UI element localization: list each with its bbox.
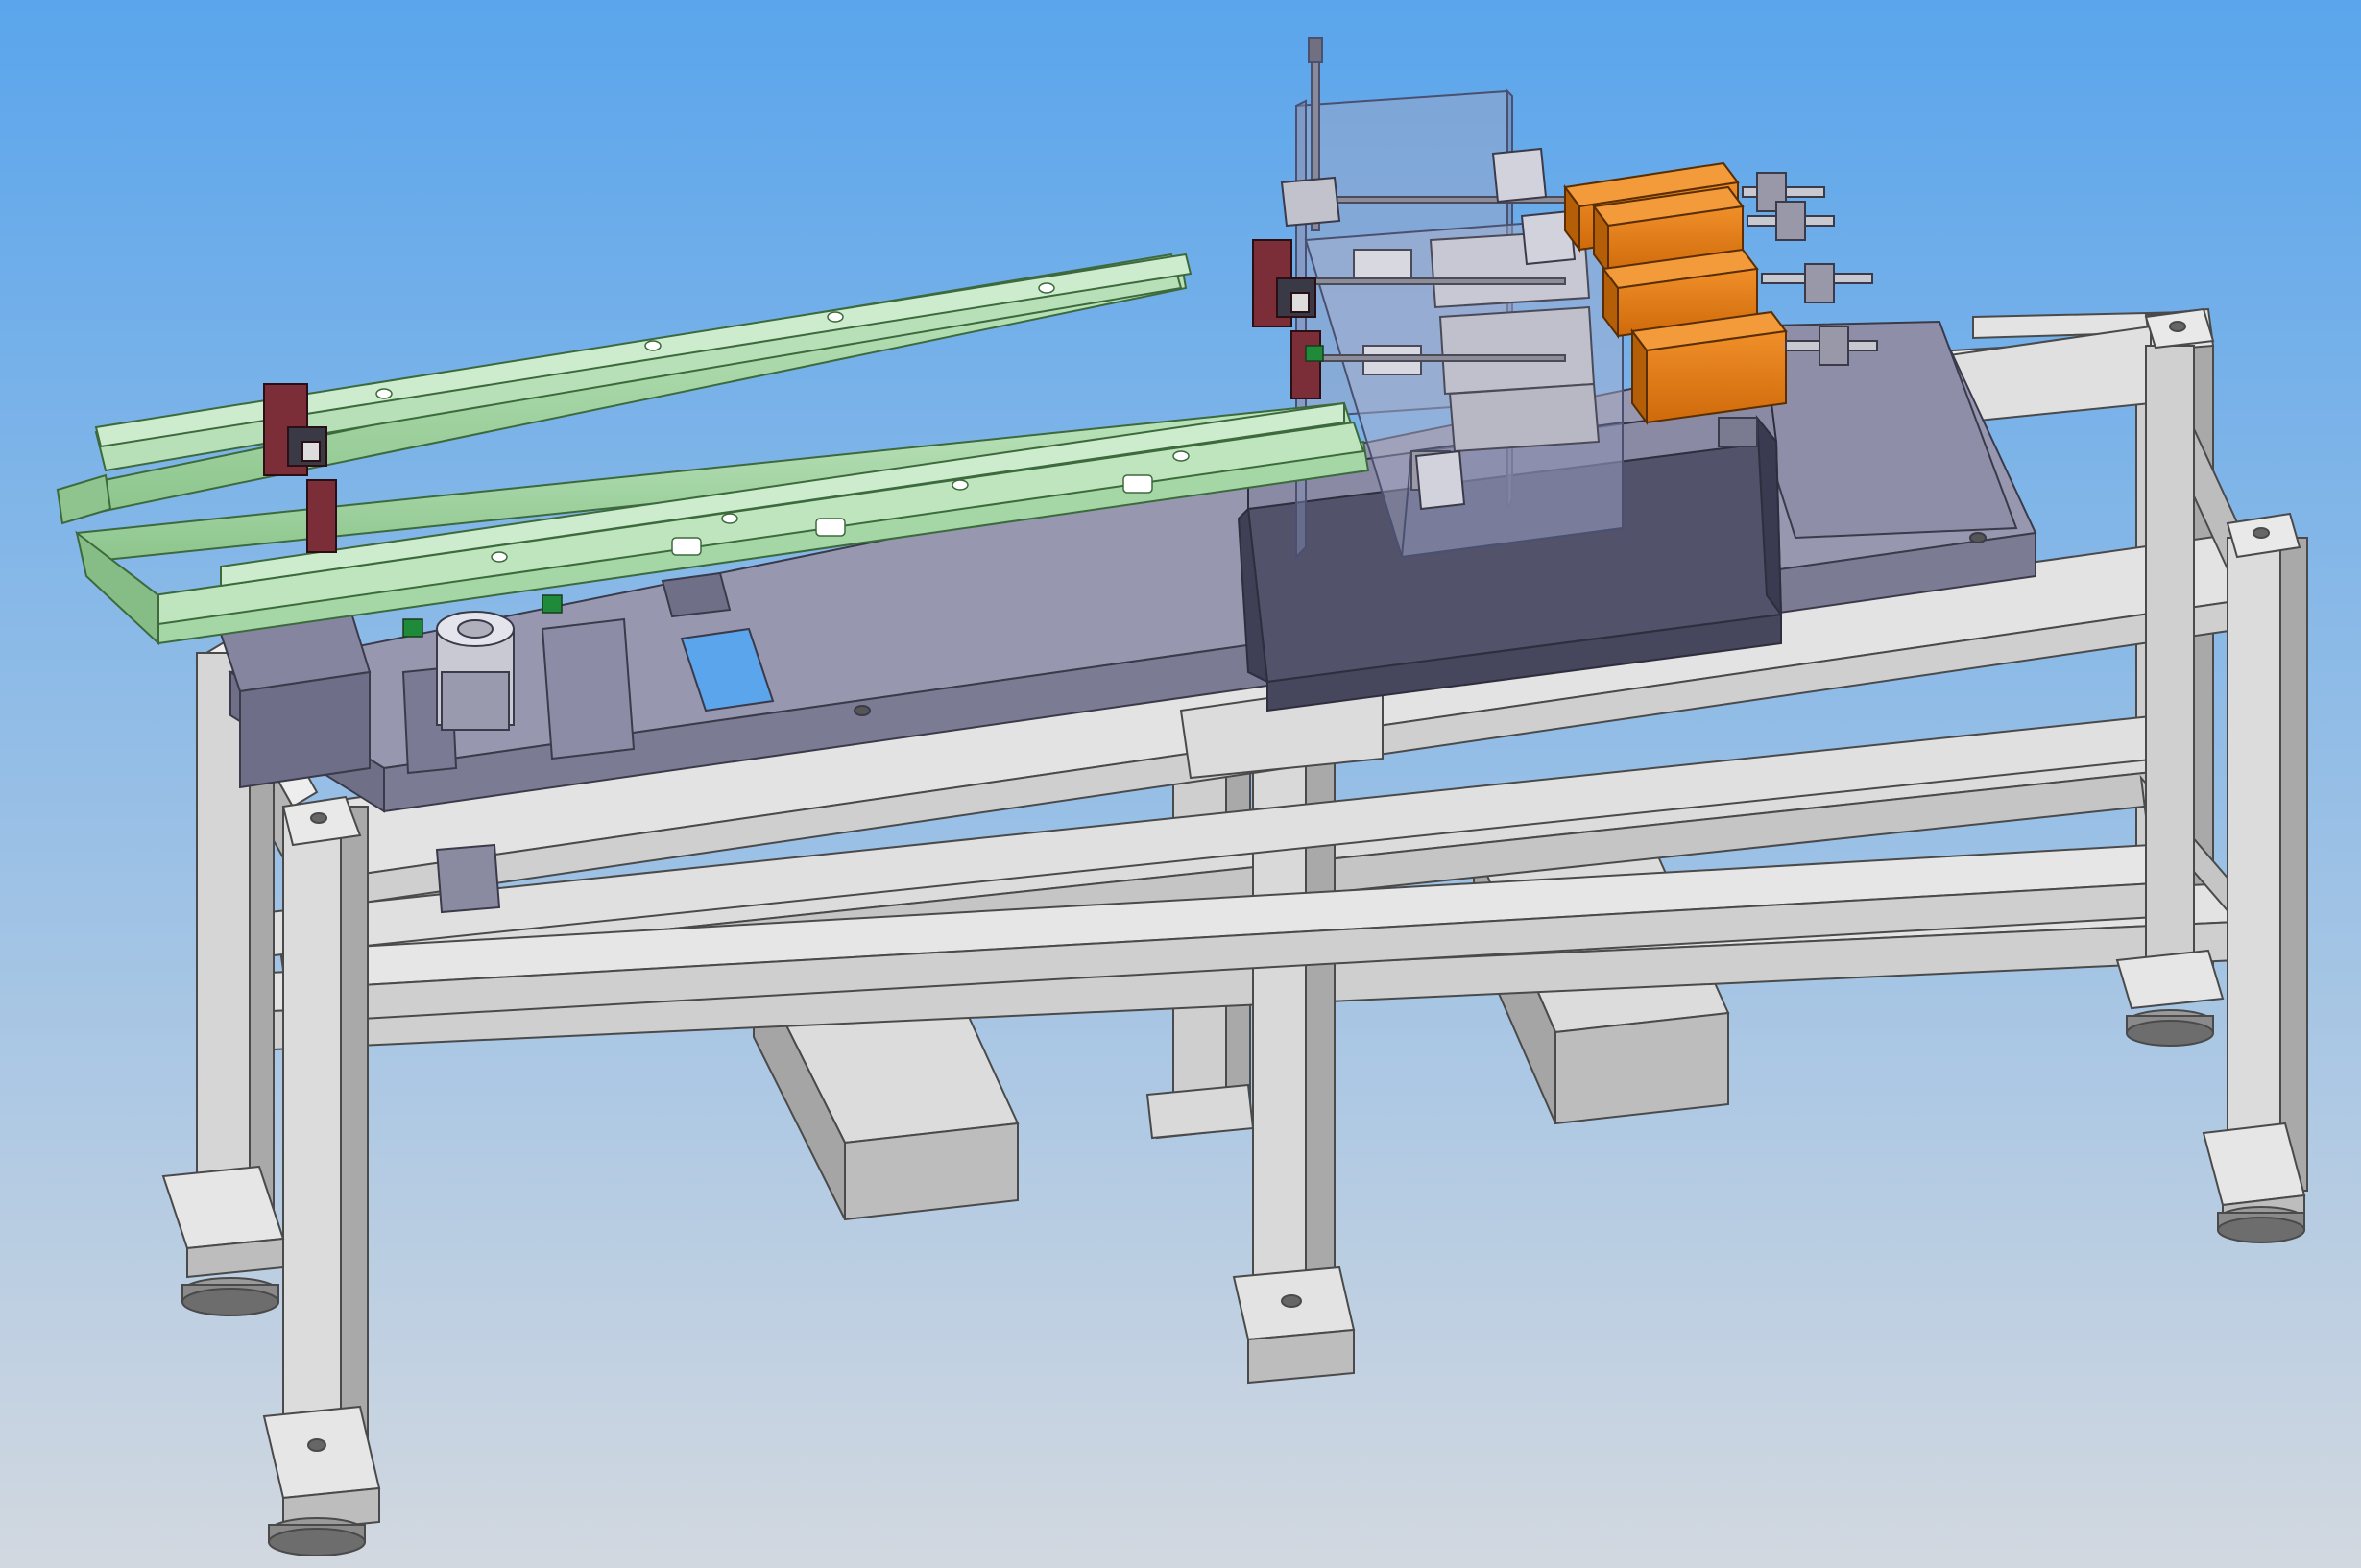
cad-viewport[interactable]: [0, 0, 2361, 1568]
pneumatic-cylinder: [436, 611, 515, 731]
assembly-3d-model: [0, 0, 2361, 1568]
